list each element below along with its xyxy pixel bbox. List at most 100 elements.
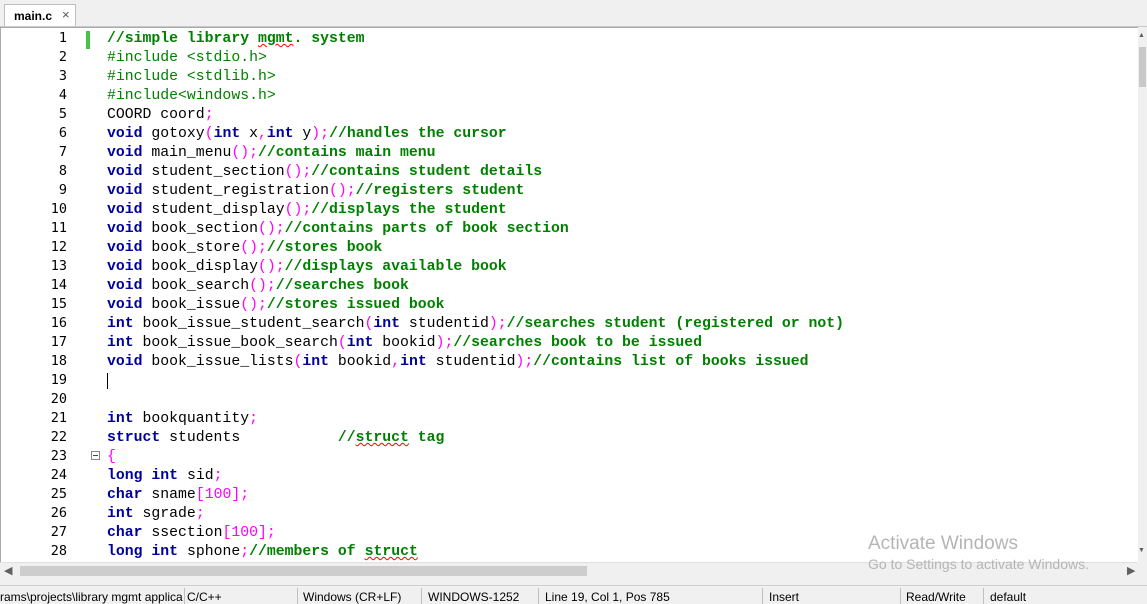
code-line[interactable]: 5 COORD coord; — [1, 105, 1139, 124]
vertical-scrollbar[interactable]: ▲ ▼ — [1138, 27, 1147, 562]
line-number: 15 — [50, 296, 67, 312]
code-line[interactable]: 19 — [1, 371, 1139, 390]
code-token: . system — [293, 31, 365, 47]
code-editor[interactable]: 1 //simple library mgmt. system 2 #include … — [0, 27, 1139, 563]
status-eol[interactable]: Windows (CR+LF) — [303, 590, 401, 604]
code-text: #include<windows.h> — [107, 88, 276, 104]
code-text: char sname[100]; — [107, 487, 249, 503]
status-encoding[interactable]: WINDOWS-1252 — [428, 590, 519, 604]
code-token: #include <stdlib.h> — [107, 69, 276, 85]
code-token: void — [107, 259, 143, 275]
line-number: 4 — [58, 87, 67, 103]
code-token: (); — [257, 221, 285, 237]
code-token: (); — [284, 164, 312, 180]
fold-toggle-icon[interactable] — [91, 451, 100, 460]
code-line[interactable]: 8 void student_section();//contains stude… — [1, 162, 1139, 181]
code-line[interactable]: 15 void book_issue();//stores issued book — [1, 295, 1139, 314]
code-text: COORD coord; — [107, 107, 214, 123]
status-insert-mode[interactable]: Insert — [769, 590, 799, 604]
code-token: char — [107, 525, 143, 541]
vertical-scroll-thumb[interactable] — [1139, 47, 1146, 87]
code-token: (); — [240, 297, 267, 313]
code-line[interactable]: 24 long int sid; — [1, 466, 1139, 485]
code-token: y — [293, 126, 312, 142]
code-token: int — [107, 411, 134, 427]
code-token: void — [107, 202, 143, 218]
line-number: 16 — [50, 315, 67, 331]
code-token: //contains main menu — [257, 145, 436, 161]
status-scheme[interactable]: default — [990, 590, 1026, 604]
code-text: #include <stdio.h> — [107, 50, 267, 66]
code-token: int — [373, 316, 401, 332]
code-token: sid — [178, 468, 214, 484]
code-line[interactable]: 18 void book_issue_lists(int bookid,int s… — [1, 352, 1139, 371]
code-line[interactable]: 21 int bookquantity; — [1, 409, 1139, 428]
scroll-left-icon[interactable]: ◀ — [4, 564, 12, 577]
code-line[interactable]: 6 void gotoxy(int x,int y);//handles the … — [1, 124, 1139, 143]
line-number: 10 — [50, 201, 67, 217]
code-token: , — [258, 126, 267, 142]
code-token: ]; — [231, 487, 250, 503]
code-line[interactable]: 1 //simple library mgmt. system — [1, 29, 1139, 49]
code-line[interactable]: 25 char sname[100]; — [1, 485, 1139, 504]
code-token: gotoxy — [142, 126, 205, 142]
code-line[interactable]: 2 #include <stdio.h> — [1, 48, 1139, 67]
code-token: ]; — [257, 525, 276, 541]
change-marker — [86, 31, 90, 49]
code-line[interactable]: 14 void book_search();//searches book — [1, 276, 1139, 295]
code-token: //contains parts of book section — [284, 221, 569, 237]
code-line[interactable]: 26 int sgrade; — [1, 504, 1139, 523]
scroll-down-icon[interactable]: ▼ — [1138, 547, 1145, 554]
code-line[interactable]: 16 int book_issue_student_search(int stud… — [1, 314, 1139, 333]
scroll-right-icon[interactable]: ▶ — [1127, 564, 1135, 577]
code-line[interactable]: 11 void book_section();//contains parts o… — [1, 219, 1139, 238]
close-icon[interactable]: × — [62, 7, 70, 22]
line-number: 5 — [58, 106, 67, 122]
code-line[interactable]: 10 void student_display();//displays the … — [1, 200, 1139, 219]
code-token: bookquantity — [133, 411, 250, 427]
code-text: void book_section();//contains parts of … — [107, 221, 569, 237]
code-text: void gotoxy(int x,int y);//handles the c… — [107, 126, 507, 142]
horizontal-scroll-thumb[interactable] — [20, 566, 587, 576]
line-number: 27 — [50, 524, 67, 540]
code-token: , — [391, 354, 401, 370]
code-line[interactable]: 4 #include<windows.h> — [1, 86, 1139, 105]
tab-bar: main.c × — [0, 0, 1147, 27]
code-token: book_section — [142, 221, 258, 237]
code-token: int — [151, 468, 179, 484]
code-token: tag — [408, 430, 445, 446]
code-token: void — [107, 164, 143, 180]
tab-main-c[interactable]: main.c × — [4, 4, 76, 26]
code-token: ); — [311, 126, 330, 142]
code-line[interactable]: 22 struct students //struct tag — [1, 428, 1139, 447]
code-text: void book_issue();//stores issued book — [107, 297, 444, 313]
code-token: void — [107, 183, 143, 199]
status-position: Line 19, Col 1, Pos 785 — [545, 590, 670, 604]
code-line[interactable]: 23 { — [1, 447, 1139, 466]
status-access: Read/Write — [906, 590, 966, 604]
code-token: int — [107, 316, 134, 332]
code-text: void student_registration();//registers … — [107, 183, 524, 199]
code-token: bookid — [329, 354, 392, 370]
code-token: int — [107, 335, 134, 351]
code-token: long — [107, 544, 143, 560]
code-line[interactable]: 17 int book_issue_book_search(int bookid)… — [1, 333, 1139, 352]
code-line[interactable]: 3 #include <stdlib.h> — [1, 67, 1139, 86]
code-line[interactable]: 9 void student_registration();//registers… — [1, 181, 1139, 200]
code-token: students — [160, 430, 338, 446]
code-line[interactable]: 13 void book_display();//displays availab… — [1, 257, 1139, 276]
code-line[interactable]: 7 void main_menu();//contains main menu — [1, 143, 1139, 162]
line-number: 24 — [50, 467, 67, 483]
line-number: 12 — [50, 239, 67, 255]
code-line[interactable]: 20 — [1, 390, 1139, 409]
code-token: //searches student (registered or not) — [506, 316, 845, 332]
code-token: { — [107, 449, 116, 465]
code-token: void — [107, 221, 143, 237]
scroll-up-icon[interactable]: ▲ — [1138, 32, 1145, 39]
code-line[interactable]: 12 void book_store();//stores book — [1, 238, 1139, 257]
code-token: struct — [355, 430, 409, 446]
status-language[interactable]: C/C++ — [187, 590, 222, 604]
code-text: { — [107, 449, 116, 465]
code-token: int — [213, 126, 241, 142]
code-token: // — [337, 430, 356, 446]
